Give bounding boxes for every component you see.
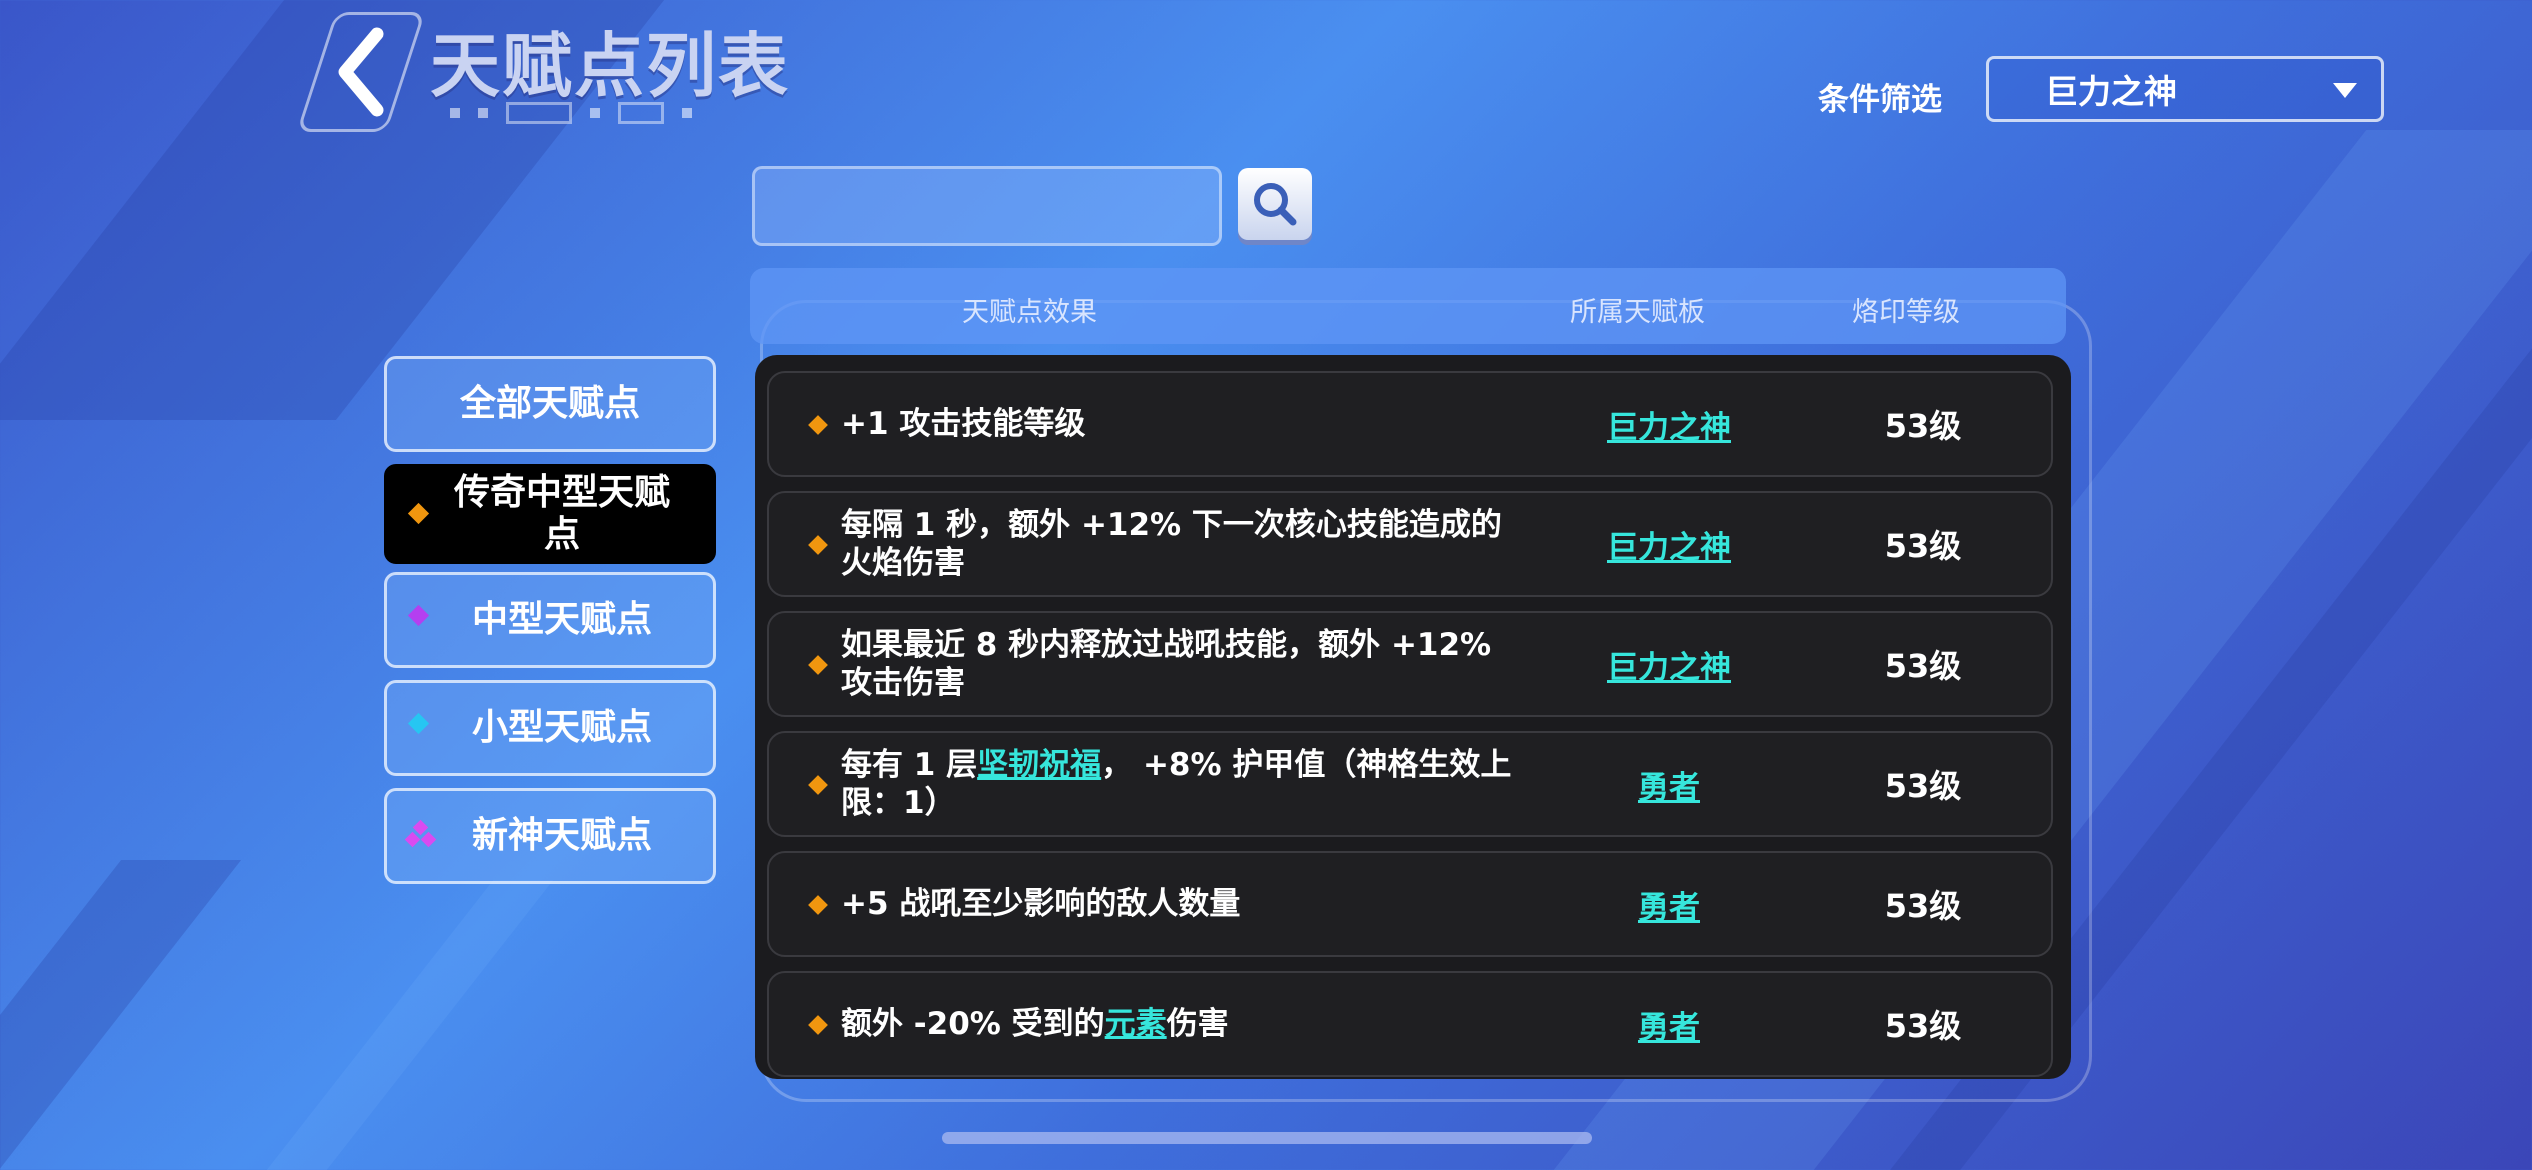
effect-text: 如果最近 8 秒内释放过战吼技能，额外 +12% 攻击伤害 — [841, 627, 1492, 701]
column-header-level: 烙印等级 — [1852, 297, 1960, 328]
filter-selected-value: 巨力之神 — [2045, 72, 2177, 111]
level-value: 53级 — [1884, 407, 1962, 445]
search-icon — [1254, 183, 1297, 226]
keyword-link[interactable]: 元素 — [1105, 1006, 1167, 1042]
table-row[interactable]: 每隔 1 秒，额外 +12% 下一次核心技能造成的火焰伤害 巨力之神 53级 — [767, 491, 2053, 597]
sidebar-item-label: 新神天赋点 — [471, 815, 652, 856]
search-button[interactable] — [1238, 168, 1312, 240]
sidebar-item-new-god[interactable]: 新神天赋点 — [384, 788, 716, 884]
table-row[interactable]: 如果最近 8 秒内释放过战吼技能，额外 +12% 攻击伤害 巨力之神 53级 — [767, 611, 2053, 717]
effect-text: 每隔 1 秒，额外 +12% 下一次核心技能造成的火焰伤害 — [841, 507, 1502, 581]
orange-diamond-icon — [808, 775, 828, 795]
keyword-link[interactable]: 坚韧祝福 — [977, 747, 1101, 783]
level-value: 53级 — [1884, 1007, 1962, 1045]
effect-text-part: 伤害 — [1166, 1006, 1229, 1042]
sidebar-item-label: 中型天赋点 — [471, 599, 652, 640]
sidebar-item-label: 全部天赋点 — [459, 383, 640, 424]
background-stripe — [266, 880, 554, 1170]
effect-text-part: 每有 1 层 — [841, 747, 978, 783]
table-row[interactable]: +5 战吼至少影响的敌人数量 勇者 53级 — [767, 851, 2053, 957]
board-link[interactable]: 巨力之神 — [1549, 493, 1789, 595]
sidebar-item-label: 小型天赋点 — [471, 707, 652, 748]
table-row[interactable]: +1 攻击技能等级 巨力之神 53级 — [767, 371, 2053, 477]
orange-diamond-icon — [808, 415, 828, 435]
filter-label: 条件筛选 — [1818, 82, 1942, 118]
table-row[interactable]: 每有 1 层坚韧祝福， +8% 护甲值（神格生效上限：1） 勇者 53级 — [767, 731, 2053, 837]
table-header: 天赋点效果 所属天赋板 烙印等级 — [750, 268, 2066, 344]
level-value: 53级 — [1884, 647, 1962, 685]
effect-text: +5 战吼至少影响的敌人数量 — [841, 886, 1241, 922]
board-link[interactable]: 勇者 — [1549, 973, 1789, 1075]
sidebar-item-label: 传奇中型天赋点 — [453, 472, 670, 555]
talent-table[interactable]: +1 攻击技能等级 巨力之神 53级 每隔 1 秒，额外 +12% 下一次核心技… — [755, 355, 2071, 1079]
search-input[interactable] — [752, 166, 1222, 246]
effect-text: 额外 -20% 受到的元素伤害 — [841, 973, 1521, 1075]
board-link[interactable]: 勇者 — [1549, 733, 1789, 835]
sidebar-item-medium[interactable]: 中型天赋点 — [384, 572, 716, 668]
effect-text: +1 攻击技能等级 — [841, 406, 1086, 442]
orange-diamond-icon — [808, 535, 828, 555]
level-value: 53级 — [1884, 527, 1962, 565]
orange-diamond-icon — [808, 895, 828, 915]
level-value: 53级 — [1884, 767, 1962, 805]
effect-text-part: 额外 -20% 受到的 — [841, 1006, 1105, 1042]
column-header-board: 所属天赋板 — [1570, 297, 1705, 328]
effect-text: 每有 1 层坚韧祝福， +8% 护甲值（神格生效上限：1） — [841, 733, 1521, 835]
sidebar-item-small[interactable]: 小型天赋点 — [384, 680, 716, 776]
board-link[interactable]: 勇者 — [1549, 853, 1789, 955]
title-decoration — [450, 102, 692, 124]
chevron-left-icon — [338, 27, 384, 117]
dropdown-arrow-icon — [2333, 83, 2357, 98]
column-header-effect: 天赋点效果 — [962, 297, 1097, 328]
level-value: 53级 — [1884, 887, 1962, 925]
sidebar-item-all[interactable]: 全部天赋点 — [384, 356, 716, 452]
triple-diamond-icon — [404, 819, 437, 850]
background-stripe — [0, 860, 242, 1170]
board-link[interactable]: 巨力之神 — [1549, 373, 1789, 475]
page-title: 天赋点列表 — [430, 25, 790, 107]
board-link[interactable]: 巨力之神 — [1549, 613, 1789, 715]
orange-diamond-icon — [808, 1015, 828, 1035]
orange-diamond-icon — [808, 655, 828, 675]
home-indicator[interactable] — [942, 1132, 1592, 1144]
sidebar-item-legendary-medium[interactable]: 传奇中型天赋点 — [384, 464, 716, 564]
filter-dropdown[interactable]: 巨力之神 — [1986, 56, 2384, 122]
table-row[interactable]: 额外 -20% 受到的元素伤害 勇者 53级 — [767, 971, 2053, 1077]
